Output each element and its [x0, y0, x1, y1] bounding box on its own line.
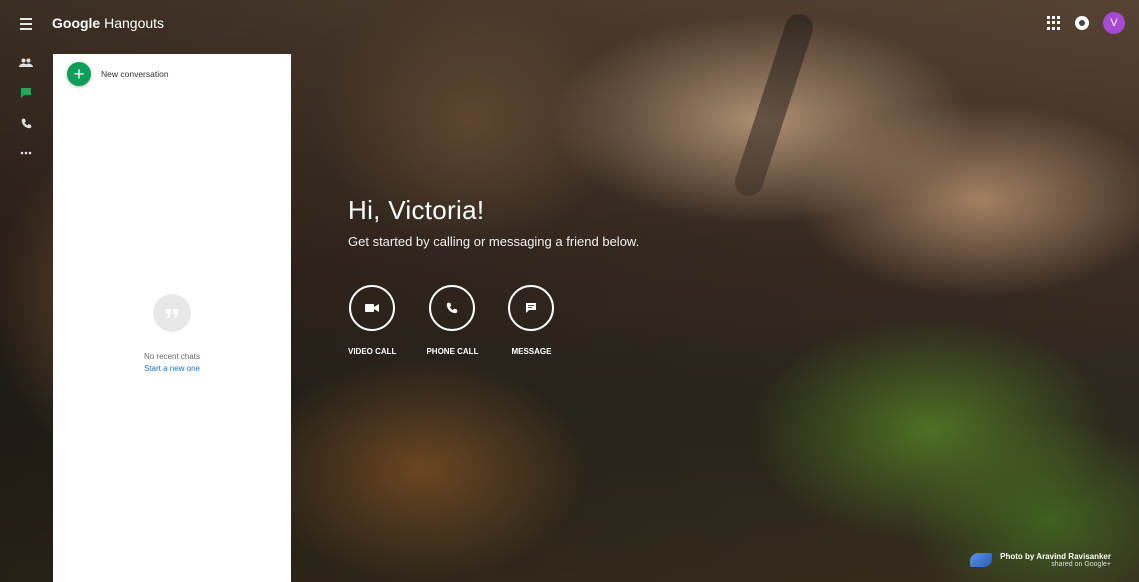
- phone-call-button[interactable]: PHONE CALL: [426, 285, 478, 356]
- video-call-button[interactable]: VIDEO CALL: [348, 285, 396, 356]
- phone-icon: [447, 302, 458, 314]
- notifications-icon[interactable]: [1075, 16, 1089, 30]
- avatar[interactable]: V: [1103, 12, 1125, 34]
- rail-phone-calls[interactable]: [0, 108, 52, 138]
- photo-credit-author: Photo by Aravind Ravisanker: [1000, 552, 1111, 561]
- rail-more[interactable]: [0, 138, 52, 168]
- main-menu-button[interactable]: [16, 14, 36, 34]
- video-call-circle: [349, 285, 396, 331]
- video-call-label: VIDEO CALL: [348, 347, 397, 356]
- start-new-link[interactable]: Start a new one: [53, 364, 291, 373]
- account-controls: V: [1047, 12, 1125, 34]
- rail-contacts[interactable]: [0, 48, 52, 78]
- phone-call-label: PHONE CALL: [426, 347, 479, 356]
- empty-state: No recent chats Start a new one: [53, 294, 291, 373]
- new-conversation-button[interactable]: + New conversation: [67, 62, 169, 86]
- message-circle: [508, 285, 555, 331]
- app-title[interactable]: Google Hangouts: [52, 15, 164, 31]
- no-recent-chats-text: No recent chats: [143, 352, 201, 361]
- quote-bubble-icon: [153, 294, 191, 332]
- message-button[interactable]: MESSAGE: [508, 285, 555, 356]
- greeting-title: Hi, Victoria!: [348, 195, 485, 225]
- phone-call-circle: [429, 285, 476, 331]
- people-icon: [19, 58, 33, 67]
- greeting-subtitle: Get started by calling or messaging a fr…: [348, 234, 640, 249]
- apps-grid-icon[interactable]: [1047, 16, 1061, 30]
- google-plus-photo-icon[interactable]: [970, 553, 993, 567]
- photo-credit: Photo by Aravind Ravisanker shared on Go…: [970, 552, 1111, 568]
- photo-credit-text[interactable]: Photo by Aravind Ravisanker shared on Go…: [1000, 552, 1111, 568]
- brand-google: Google: [52, 15, 101, 31]
- new-conversation-label: New conversation: [101, 69, 169, 79]
- message-icon: [526, 303, 537, 313]
- rail-conversations[interactable]: [0, 78, 52, 108]
- photo-credit-source: shared on Google+: [1051, 561, 1111, 568]
- phone-icon: [21, 118, 31, 128]
- greeting: Hi, Victoria! Get started by calling or …: [348, 195, 639, 249]
- message-label: MESSAGE: [511, 347, 552, 356]
- conversation-panel: + New conversation No recent chats Start…: [53, 54, 291, 582]
- top-bar: Google Hangouts V: [0, 0, 1139, 48]
- brand-hangouts: Hangouts: [100, 15, 165, 31]
- more-horiz-icon: [20, 151, 32, 155]
- quick-actions: VIDEO CALL PHONE CALL MESSAGE: [348, 285, 555, 356]
- plus-icon: +: [67, 62, 91, 86]
- chat-icon: [21, 88, 31, 98]
- left-rail: [0, 48, 52, 168]
- video-camera-icon: [365, 304, 380, 312]
